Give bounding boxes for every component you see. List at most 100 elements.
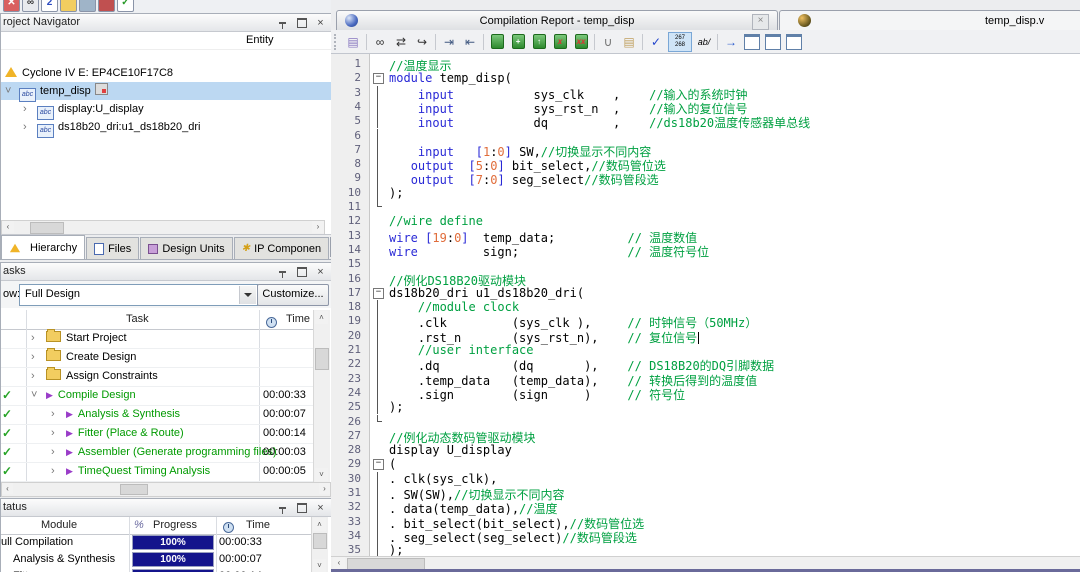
tab-compilation-report-label: Compilation Report - temp_disp xyxy=(337,11,777,31)
tree-item-temp-disp[interactable]: ˅abctemp_disp xyxy=(1,82,331,100)
tree-item-display-u-display[interactable]: ›abcdisplay:U_display xyxy=(1,100,331,118)
code-line-21[interactable]: //user interface xyxy=(389,343,534,357)
task-row-compile-design[interactable]: ✓˅▶Compile Design00:00:33 xyxy=(1,386,313,406)
chevron-right-icon[interactable]: › xyxy=(23,100,27,118)
tab-design-units[interactable]: Design Units xyxy=(140,237,232,259)
tcl-check-icon[interactable]: ✓ xyxy=(117,0,134,12)
flow-select[interactable]: Full Design xyxy=(19,284,258,306)
task-row-fitter-place-route-[interactable]: ✓›▶Fitter (Place & Route)00:00:14 xyxy=(1,424,313,444)
code-line-5[interactable]: inout dq , //ds18b20温度传感器单总线 xyxy=(389,114,810,131)
code-line-14[interactable]: wire sign; // 温度符号位 xyxy=(389,243,709,260)
tab-ip-componen[interactable]: ✱IP Componen xyxy=(234,237,329,259)
tab-hierarchy[interactable]: Hierarchy xyxy=(1,235,85,259)
line-number: 34 xyxy=(331,529,361,542)
code-line-10[interactable]: ); xyxy=(389,186,403,200)
customize-button[interactable]: Customize... xyxy=(257,284,329,306)
code-line-24[interactable]: .sign (sign ) // 符号位 xyxy=(389,386,685,403)
bookmark-icon[interactable] xyxy=(488,33,506,51)
code-line-29[interactable]: ( xyxy=(389,457,396,471)
code-line-18[interactable]: //module clock xyxy=(389,300,519,314)
toolbar-grip[interactable] xyxy=(334,34,339,50)
chevron-right-icon[interactable]: › xyxy=(31,367,35,386)
progress-bar: 100% xyxy=(132,535,214,550)
task-row-assembler-generate-programming-files-[interactable]: ✓›▶Assembler (Generate programming files… xyxy=(1,443,313,463)
fold-collapse-icon[interactable]: − xyxy=(373,288,384,299)
close-button[interactable]: × xyxy=(312,264,329,280)
code-line-30[interactable]: . clk(sys_clk), xyxy=(389,472,497,486)
line-number: 17 xyxy=(331,286,361,299)
tasks-table: ›Start Project›Create Design›Assign Cons… xyxy=(1,329,313,482)
task-row-create-design[interactable]: ›Create Design xyxy=(1,348,313,368)
chevron-right-icon[interactable]: › xyxy=(51,462,55,481)
float-button[interactable] xyxy=(293,500,310,516)
goto-line-icon[interactable]: → xyxy=(722,33,740,51)
task-row-assign-constraints[interactable]: ›Assign Constraints xyxy=(1,367,313,387)
code-line-12[interactable]: //wire define xyxy=(389,214,483,228)
close-button[interactable]: × xyxy=(312,15,329,31)
tasks-hscrollbar[interactable]: ‹ › xyxy=(1,482,331,497)
pin-button[interactable] xyxy=(274,500,291,516)
tree-item-ds18b20-dri-u1-ds18b20-dri[interactable]: › abcds18b20_dri:u1_ds18b20_dri xyxy=(1,118,331,136)
indent-icon[interactable]: ⇥ xyxy=(440,33,458,51)
code-line-25[interactable]: ); xyxy=(389,400,403,414)
find-icon[interactable]: ∞ xyxy=(22,0,39,12)
code-line-35[interactable]: ); xyxy=(389,543,403,556)
find-icon[interactable]: ∞ xyxy=(371,33,389,51)
tree-item-label: abcds18b20_dri:u1_ds18b20_dri xyxy=(37,118,201,138)
task-row-start-project[interactable]: ›Start Project xyxy=(1,329,313,349)
fold-collapse-icon[interactable]: − xyxy=(373,459,384,470)
chevron-down-icon[interactable] xyxy=(239,286,256,304)
device-icon[interactable] xyxy=(98,0,115,12)
chevron-down-icon[interactable]: ˅ xyxy=(5,82,11,100)
code-line-17[interactable]: ds18b20_dri u1_ds18b20_dri( xyxy=(389,286,584,300)
task-row-timequest-timing-analysis[interactable]: ✓›▶TimeQuest Timing Analysis00:00:05 xyxy=(1,462,313,482)
tree-item-cyclone-iv-e-ep4ce10f17c8[interactable]: Cyclone IV E: EP4CE10F17C8 xyxy=(1,64,331,82)
tasks-vscrollbar[interactable]: ˄ ˅ xyxy=(313,310,330,482)
split-panel-icon[interactable] xyxy=(764,33,782,51)
pin-button[interactable] xyxy=(274,15,291,31)
bird-eye-panel-icon[interactable] xyxy=(785,33,803,51)
tasks-title: asks × xyxy=(1,263,331,281)
full-screen-panel-icon[interactable] xyxy=(743,33,761,51)
chevron-right-icon[interactable]: › xyxy=(31,329,35,348)
unindent-icon[interactable]: ⇤ xyxy=(461,33,479,51)
open-folder-icon[interactable] xyxy=(60,0,77,12)
replace-icon[interactable]: ⇄ xyxy=(392,33,410,51)
code-line-2[interactable]: module temp_disp( xyxy=(389,71,512,85)
bookmark-next-icon[interactable]: ↑ xyxy=(530,33,548,51)
bookmark-delete-icon[interactable]: x xyxy=(551,33,569,51)
source-window-icon[interactable]: ▤ xyxy=(344,33,362,51)
status-vscrollbar[interactable]: ˄ ˅ xyxy=(311,517,328,572)
chevron-right-icon[interactable]: › xyxy=(51,424,55,443)
tab-temp-disp-v[interactable]: temp_disp.v xyxy=(779,10,1080,31)
line-count-toggle[interactable]: 267268 xyxy=(668,32,692,52)
close-button[interactable]: × xyxy=(312,500,329,516)
code-editor[interactable]: 1234567891011121314151617181920212223242… xyxy=(331,54,1080,556)
code-line-28[interactable]: display U_display xyxy=(389,443,512,457)
comment-icon[interactable]: ab/ xyxy=(695,33,713,51)
chevron-down-icon[interactable]: ˅ xyxy=(31,386,37,405)
chevron-right-icon[interactable]: › xyxy=(31,348,35,367)
programmer-icon[interactable] xyxy=(79,0,96,12)
stop-processing-icon[interactable]: ✕ xyxy=(3,0,20,12)
float-button[interactable] xyxy=(293,264,310,280)
check-syntax-icon[interactable]: ✓ xyxy=(647,33,665,51)
pin-button[interactable] xyxy=(274,264,291,280)
float-button[interactable] xyxy=(293,15,310,31)
bookmark-add-icon[interactable]: + xyxy=(509,33,527,51)
chevron-right-icon[interactable]: › xyxy=(51,405,55,424)
attach-icon[interactable]: ∪ xyxy=(599,33,617,51)
goto-icon[interactable]: ↪ xyxy=(413,33,431,51)
code-line-34[interactable]: . seg_select(seg_select)//数码管段选 xyxy=(389,529,637,546)
code-line-9[interactable]: output [7:0] seg_select//数码管段选 xyxy=(389,171,659,188)
template-icon[interactable]: ▤ xyxy=(620,33,638,51)
chevron-right-icon[interactable]: › xyxy=(51,443,55,462)
chevron-right-icon[interactable]: › xyxy=(23,118,27,136)
fold-collapse-icon[interactable]: − xyxy=(373,73,384,84)
report-icon[interactable]: 2 xyxy=(41,0,58,12)
task-row-analysis-synthesis[interactable]: ✓›▶Analysis & Synthesis00:00:07 xyxy=(1,405,313,425)
bookmark-delete-all-icon[interactable]: xx xyxy=(572,33,590,51)
close-icon[interactable]: × xyxy=(752,14,769,30)
tab-compilation-report[interactable]: Compilation Report - temp_disp × xyxy=(336,10,778,31)
tab-files[interactable]: Files xyxy=(86,237,139,259)
